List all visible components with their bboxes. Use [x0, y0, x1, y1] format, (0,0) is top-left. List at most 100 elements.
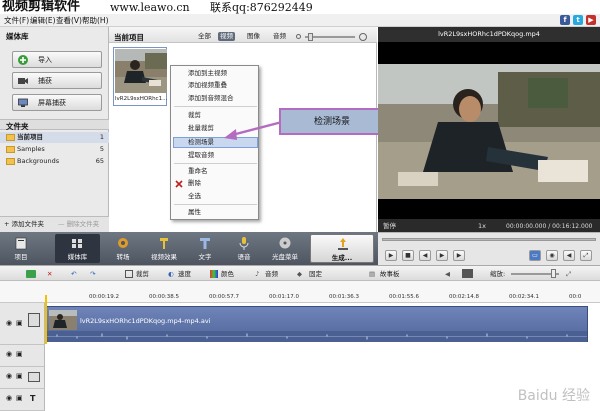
plus-icon: [18, 55, 28, 65]
folder-row[interactable]: Backgrounds 65: [0, 156, 109, 167]
folder-row[interactable]: 当前项目 1: [0, 132, 109, 143]
zoom-slider-thumb[interactable]: [551, 269, 556, 278]
youtube-icon[interactable]: ▶: [586, 15, 596, 25]
folder-icon: [6, 158, 15, 165]
monitor-small-icon[interactable]: [462, 269, 473, 278]
previous-frame-button[interactable]: ◀: [419, 250, 431, 261]
play-button[interactable]: ▶: [385, 250, 397, 261]
speed-button[interactable]: 速度: [178, 270, 191, 279]
lock-icon[interactable]: ▣: [16, 319, 23, 328]
lock-icon[interactable]: ▣: [16, 394, 23, 403]
audio-button[interactable]: 音频: [265, 270, 278, 279]
add-folder-button[interactable]: + 添加文件夹: [4, 220, 44, 229]
disc-menu-button[interactable]: 光盘菜单: [266, 234, 304, 263]
toolbar-label: 生成...: [331, 254, 353, 262]
zoom-fit-icon[interactable]: ⤢: [566, 270, 571, 279]
callout-text: 检测场景: [314, 117, 351, 127]
eye-icon[interactable]: ◉: [6, 319, 12, 328]
slider-thumb[interactable]: [308, 33, 313, 41]
menu-item-add-main-video[interactable]: 添加到主视频: [188, 69, 227, 78]
snapshot-camera-icon[interactable]: ◉: [546, 250, 558, 261]
eye-icon[interactable]: ◉: [6, 372, 12, 381]
filter-all[interactable]: 全部: [196, 32, 213, 41]
filter-audio[interactable]: 音频: [271, 32, 288, 41]
crop-button[interactable]: 裁剪: [136, 270, 149, 279]
project-button[interactable]: 项目: [6, 234, 36, 263]
next-frame-button[interactable]: ▶: [436, 250, 448, 261]
menu-item-delete[interactable]: 删除: [188, 179, 201, 188]
facebook-icon[interactable]: f: [560, 15, 570, 25]
menu-item-select-all[interactable]: 全选: [188, 192, 201, 201]
audio-icon: ♪: [255, 270, 260, 278]
filter-image[interactable]: 图像: [245, 32, 262, 41]
screen-capture-button[interactable]: 屏幕捕获: [12, 94, 102, 111]
redo-icon[interactable]: ↷: [90, 270, 95, 279]
lock-icon[interactable]: ▣: [16, 350, 23, 359]
color-button[interactable]: 颜色: [221, 270, 234, 279]
menu-item-batch-crop[interactable]: 批量裁剪: [188, 124, 214, 133]
timeline-ruler[interactable]: 00:00:19.2 00:00:38.5 00:00:57.7 00:01:1…: [0, 281, 600, 303]
menu-separator: [174, 204, 257, 205]
volume-icon[interactable]: ◀: [563, 250, 575, 261]
menu-item-add-overlay[interactable]: 添加视频重叠: [188, 81, 227, 90]
playback-speed: 1x: [478, 222, 486, 230]
capture-button[interactable]: 捕获: [12, 72, 102, 89]
color-icon: [210, 270, 218, 278]
banner: 视频剪辑软件 www.leawo.cn 联系qq:876292449: [0, 0, 600, 14]
menu-item-extract-audio[interactable]: 提取音频: [188, 151, 214, 160]
text-button[interactable]: 文字: [190, 234, 220, 263]
delete-folder-button[interactable]: — 删除文件夹: [58, 220, 99, 229]
preview-title-bar: lvR2L9sxHORhc1dPDKqog.mp4: [378, 27, 600, 42]
toolbar-label: 媒体库: [67, 253, 88, 261]
menu-item-rename[interactable]: 重命名: [188, 167, 208, 176]
menu-item-add-audio-mix[interactable]: 添加到音频混合: [188, 94, 234, 103]
lock-icon[interactable]: ▣: [16, 372, 23, 381]
audio-track-header: ◉ ▣: [0, 345, 45, 367]
fullscreen-icon[interactable]: ⤢: [580, 250, 592, 261]
storyboard-button[interactable]: 故事板: [380, 270, 400, 279]
eye-icon[interactable]: ◉: [6, 350, 12, 359]
skip-button[interactable]: ▶: [453, 250, 465, 261]
add-track-icon[interactable]: [26, 270, 36, 278]
stop-button[interactable]: ■: [402, 250, 414, 261]
media-thumbnail[interactable]: lvR2L9sxHORhc1...: [113, 47, 167, 106]
import-button[interactable]: 导入: [12, 51, 102, 68]
folder-icon: [6, 146, 15, 153]
video-effects-button[interactable]: 视频效果: [145, 234, 183, 263]
menu-file[interactable]: 文件(F): [4, 15, 29, 26]
speaker-icon[interactable]: ◀: [445, 270, 450, 279]
menu-view[interactable]: 查看(V): [56, 15, 82, 26]
watermark: Baidu 经验: [517, 388, 590, 404]
voice-button[interactable]: 语音: [229, 234, 259, 263]
menu-item-detect-scenes[interactable]: 检测场景: [188, 138, 214, 147]
import-label: 导入: [38, 56, 52, 64]
menu-item-crop[interactable]: 裁剪: [188, 111, 201, 120]
toolbar-label: 光盘菜单: [272, 253, 298, 261]
screen-mode-icon[interactable]: ▭: [529, 250, 541, 261]
menu-item-properties[interactable]: 属性: [188, 208, 201, 217]
delete-icon[interactable]: ✕: [47, 270, 52, 279]
transitions-button[interactable]: 转场: [108, 234, 138, 263]
eye-icon[interactable]: ◉: [6, 394, 12, 403]
toolbar-label: 项目: [14, 253, 28, 261]
filter-video[interactable]: 视频: [218, 32, 235, 41]
playhead[interactable]: [45, 295, 47, 344]
library-tab-button[interactable]: 媒体库: [55, 234, 100, 263]
timeline-toolbar: ✕ ↶ ↷ 裁剪 ◐ 速度 颜色 ♪ 音频 ◆ 固定 ▤ 故事板 ◀ 缩放: ⤢: [0, 265, 600, 281]
folder-row[interactable]: Samples 5: [0, 144, 109, 155]
undo-icon[interactable]: ↶: [71, 270, 76, 279]
ruler-tick: 00:00:57.7: [209, 294, 239, 300]
text-track-header: ◉ ▣ T: [0, 389, 45, 411]
twitter-icon[interactable]: t: [573, 15, 583, 25]
produce-icon: [338, 238, 348, 250]
menu-edit[interactable]: 编辑(E): [30, 15, 56, 26]
seek-bar[interactable]: [382, 238, 596, 241]
speed-icon: ◐: [168, 270, 174, 278]
freeze-button[interactable]: 固定: [309, 270, 322, 279]
produce-button[interactable]: 生成...: [310, 234, 374, 263]
video-clip[interactable]: lvR2L9sxHORhc1dPDKqog.mp4-mp4.avi: [46, 306, 588, 342]
zoom-in-icon[interactable]: [359, 33, 367, 41]
screen-capture-label: 屏幕捕获: [38, 99, 66, 107]
zoom-out-icon[interactable]: [296, 34, 301, 39]
menu-help[interactable]: 帮助(H): [82, 15, 109, 26]
